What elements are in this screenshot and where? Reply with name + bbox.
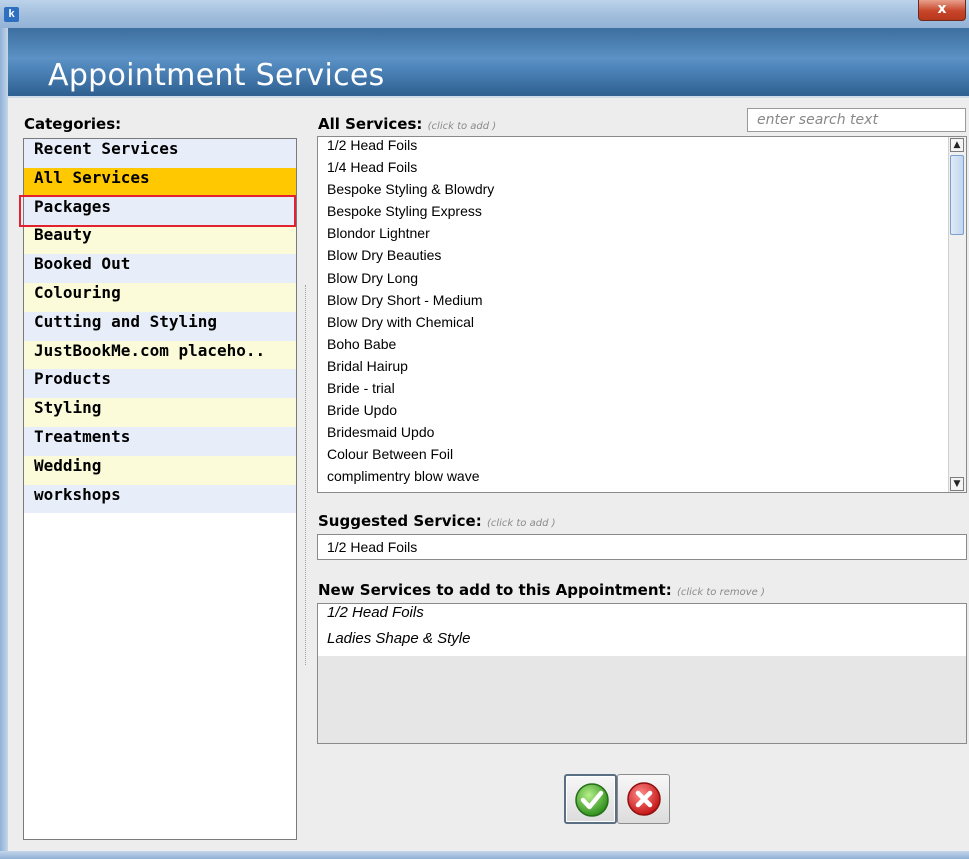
new-service-item[interactable]: 1/2 Head Foils: [318, 604, 966, 630]
scroll-up-arrow-icon[interactable]: ▲: [950, 138, 964, 152]
green-checkmark-icon: [575, 783, 609, 817]
all-services-label: All Services:: [318, 115, 423, 133]
service-item[interactable]: Blow Dry with Chemical: [318, 314, 966, 336]
service-item[interactable]: Boho Babe: [318, 336, 966, 358]
service-item[interactable]: Bride - trial: [318, 380, 966, 402]
service-item[interactable]: Blondor Lightner: [318, 225, 966, 247]
service-item[interactable]: 1/4 Head Foils: [318, 159, 966, 181]
category-item[interactable]: All Services: [24, 167, 296, 197]
service-item[interactable]: Blow Dry Long: [318, 270, 966, 292]
suggested-service-item[interactable]: 1/2 Head Foils: [317, 534, 967, 560]
ok-button[interactable]: [564, 774, 617, 824]
app-logo-icon: k: [4, 7, 19, 22]
service-item[interactable]: Bride Updo: [318, 402, 966, 424]
category-item[interactable]: workshops: [24, 484, 296, 514]
window-frame-left: [0, 28, 8, 859]
panel-splitter[interactable]: [305, 285, 306, 665]
scroll-down-arrow-icon[interactable]: ▼: [950, 477, 964, 491]
suggested-service-label: Suggested Service:: [318, 512, 482, 530]
scrollbar-thumb[interactable]: [950, 155, 964, 235]
new-services-hint: (click to remove ): [676, 587, 765, 598]
services-scrollbar[interactable]: ▲ ▼: [948, 137, 966, 492]
category-item[interactable]: Treatments: [24, 426, 296, 456]
category-item[interactable]: Beauty: [24, 225, 296, 255]
suggested-service-header: Suggested Service: (click to add ): [318, 512, 556, 530]
category-item[interactable]: Booked Out: [24, 254, 296, 283]
suggested-service-hint: (click to add ): [486, 518, 556, 529]
category-item[interactable]: JustBookMe.com placeho..: [24, 340, 296, 370]
all-services-items: 1/2 Head Foils 1/4 Head Foils Bespoke Styl…: [318, 137, 966, 491]
dialog-header: Appointment Services: [8, 28, 969, 98]
service-item[interactable]: Colour Between Foil: [318, 446, 966, 468]
red-x-icon: [627, 782, 661, 816]
service-item[interactable]: Bespoke Styling & Blowdry: [318, 181, 966, 203]
new-service-item[interactable]: Ladies Shape & Style: [318, 630, 966, 656]
category-item[interactable]: Recent Services: [24, 139, 296, 168]
service-item[interactable]: Bespoke Styling Express: [318, 203, 966, 225]
all-services-hint: (click to add ): [427, 121, 497, 132]
service-item[interactable]: complimentry blow wave: [318, 468, 966, 490]
cancel-button[interactable]: [617, 774, 670, 824]
title-bar: k x: [0, 0, 969, 29]
service-item[interactable]: 1/2 Head Foils: [318, 137, 966, 159]
categories-list: Recent Services All Services Packages Beaut…: [23, 138, 297, 840]
close-button[interactable]: x: [918, 0, 966, 21]
window-frame-bottom: [0, 851, 969, 859]
all-services-header: All Services: (click to add ): [318, 115, 496, 133]
category-item[interactable]: Wedding: [24, 455, 296, 485]
categories-label: Categories:: [24, 115, 122, 133]
new-services-label: New Services to add to this Appointment:: [318, 581, 672, 599]
new-services-header: New Services to add to this Appointment:…: [318, 581, 765, 599]
all-services-list: 1/2 Head Foils 1/4 Head Foils Bespoke Styl…: [317, 136, 967, 493]
category-item[interactable]: Styling: [24, 398, 296, 427]
search-input[interactable]: enter search text: [747, 108, 966, 132]
category-item[interactable]: Cutting and Styling: [24, 311, 296, 341]
service-item[interactable]: Bridal Hairup: [318, 358, 966, 380]
appointment-services-window: k x Appointment Services Categories: Rec…: [0, 0, 969, 859]
service-item[interactable]: Blow Dry Beauties: [318, 247, 966, 269]
new-services-list: 1/2 Head Foils Ladies Shape & Style: [317, 603, 967, 744]
dialog-title: Appointment Services: [48, 58, 385, 93]
category-item[interactable]: Products: [24, 369, 296, 399]
service-item[interactable]: Bridesmaid Updo: [318, 424, 966, 446]
category-item[interactable]: Colouring: [24, 282, 296, 312]
packages-highlight-box: [19, 195, 296, 227]
service-item[interactable]: Blow Dry Short - Medium: [318, 292, 966, 314]
